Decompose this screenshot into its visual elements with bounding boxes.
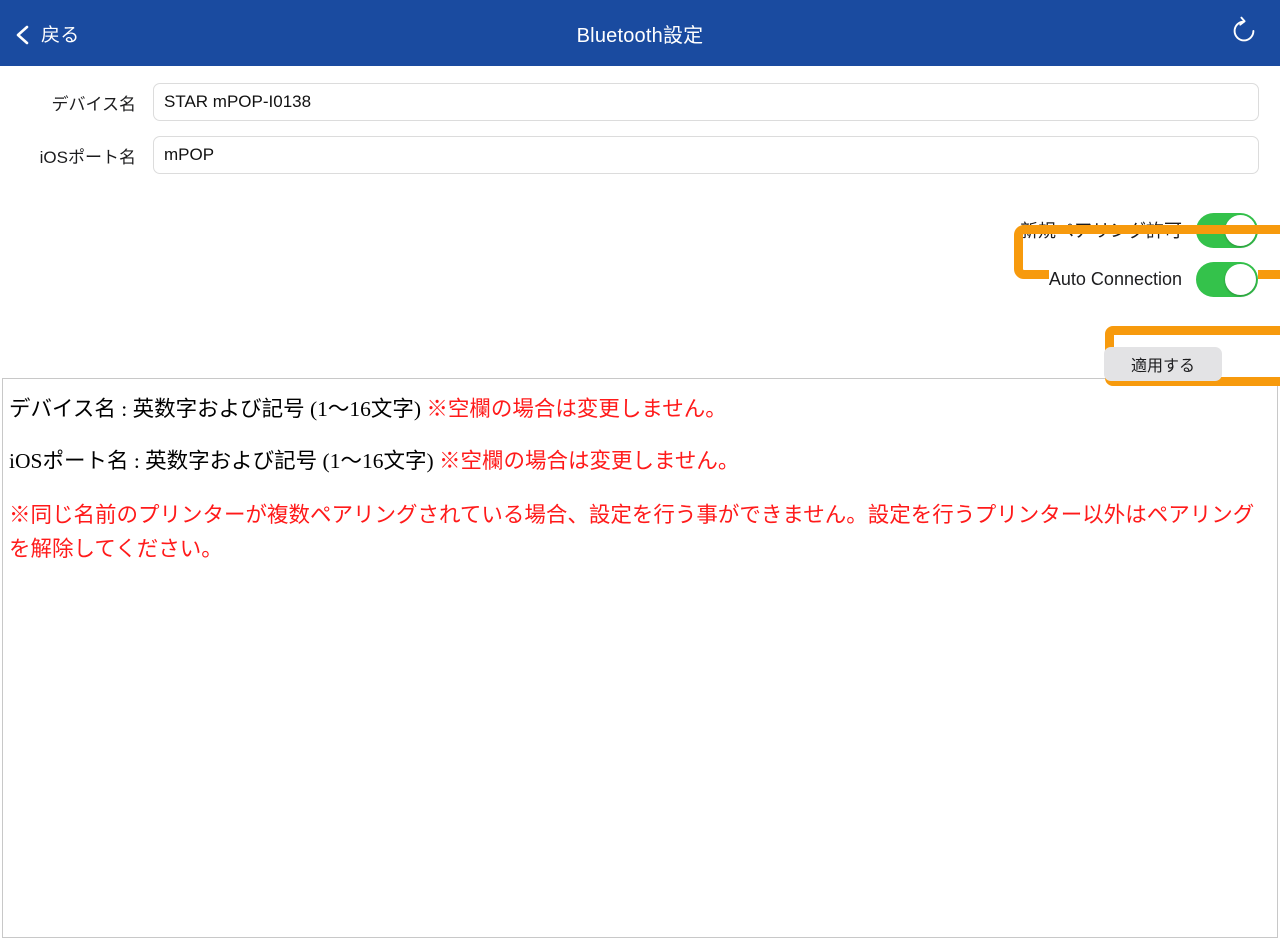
note-device-name: デバイス名 : 英数字および記号 (1〜16文字) ※空欄の場合は変更しません。 bbox=[9, 393, 1267, 425]
apply-button[interactable]: 適用する bbox=[1104, 347, 1222, 381]
auto-connection-row: Auto Connection bbox=[1048, 259, 1258, 299]
page-title: Bluetooth設定 bbox=[576, 24, 704, 47]
ios-port-name-input[interactable] bbox=[153, 136, 1259, 174]
navigation-bar: 戻る Bluetooth設定 bbox=[0, 0, 1280, 66]
note-device-name-red: ※空欄の場合は変更しません。 bbox=[426, 397, 727, 421]
refresh-icon bbox=[1229, 16, 1259, 51]
back-button[interactable]: 戻る bbox=[14, 0, 80, 66]
notes-panel: デバイス名 : 英数字および記号 (1〜16文字) ※空欄の場合は変更しません。… bbox=[2, 378, 1278, 938]
toggle-knob bbox=[1225, 263, 1256, 295]
note-ios-port-name-black: iOSポート名 : 英数字および記号 (1〜16文字) bbox=[9, 449, 434, 474]
note-ios-port-name: iOSポート名 : 英数字および記号 (1〜16文字) ※空欄の場合は変更しませ… bbox=[9, 445, 1267, 477]
device-name-label: デバイス名 bbox=[51, 94, 137, 114]
device-name-row: デバイス名 bbox=[0, 83, 1280, 121]
ios-port-name-row: iOSポート名 bbox=[0, 136, 1280, 174]
note-duplicate-pairing-warning: ※同じ名前のプリンターが複数ペアリングされている場合、設定を行う事ができません。… bbox=[9, 502, 1255, 562]
device-name-input[interactable] bbox=[153, 83, 1259, 121]
chevron-left-icon bbox=[14, 24, 32, 45]
auto-connection-label: Auto Connection bbox=[1048, 268, 1182, 289]
refresh-button[interactable] bbox=[1224, 13, 1264, 53]
note-ios-port-name-red: ※空欄の場合は変更しません。 bbox=[439, 449, 740, 474]
auto-connection-toggle[interactable] bbox=[1196, 261, 1258, 297]
ios-port-name-label: iOSポート名 bbox=[39, 147, 136, 167]
back-button-label: 戻る bbox=[41, 24, 80, 46]
note-device-name-black: デバイス名 : 英数字および記号 (1〜16文字) bbox=[9, 397, 422, 421]
